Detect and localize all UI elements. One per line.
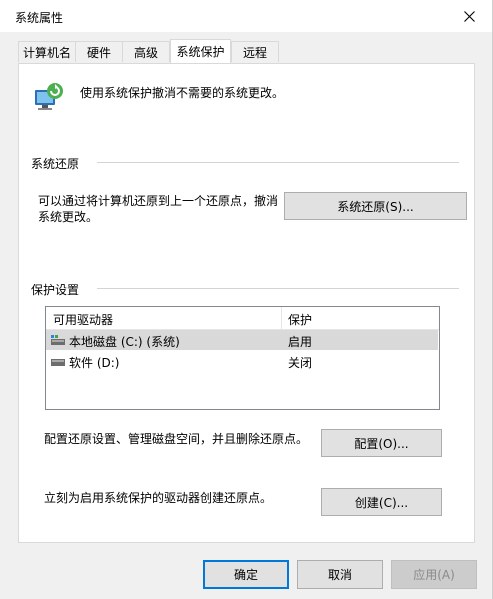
title-bar: 系统属性 — [0, 0, 492, 32]
cancel-button[interactable]: 取消 — [297, 560, 383, 589]
protection-settings-group-label: 保护设置 — [31, 283, 80, 297]
restore-description-line2: 系统更改。 — [38, 210, 99, 224]
drive-name: 本地磁盘 (C:) (系统) — [69, 335, 180, 349]
system-restore-divider — [97, 162, 459, 163]
protection-settings-divider — [97, 288, 459, 289]
close-icon — [463, 10, 475, 22]
system-properties-dialog: 系统属性 计算机名 硬件 高级 系统保护 远程 使用系统保护撤消不需要的系统更改… — [0, 0, 493, 599]
tab-computer-name[interactable]: 计算机名 — [18, 41, 76, 62]
drive-protection-status: 启用 — [288, 335, 313, 349]
drive-name: 软件 (D:) — [69, 356, 120, 370]
create-description: 立刻为启用系统保护的驱动器创建还原点。 — [44, 491, 273, 505]
system-restore-button[interactable]: 系统还原(S)... — [284, 192, 467, 220]
drive-icon — [51, 359, 65, 366]
column-header-protection[interactable]: 保护 — [288, 311, 312, 328]
column-header-drives[interactable]: 可用驱动器 — [53, 311, 113, 328]
ok-button[interactable]: 确定 — [203, 560, 289, 589]
create-button[interactable]: 创建(C)... — [321, 488, 442, 516]
drive-list-header: 可用驱动器 保护 — [46, 307, 439, 330]
system-restore-group-label: 系统还原 — [31, 157, 80, 171]
tab-remote[interactable]: 远程 — [231, 41, 279, 62]
tab-hardware[interactable]: 硬件 — [75, 41, 123, 62]
restore-description-line1: 可以通过将计算机还原到上一个还原点，撤消 — [38, 194, 279, 208]
window-title: 系统属性 — [15, 11, 64, 25]
tab-advanced[interactable]: 高级 — [122, 41, 170, 62]
intro-text: 使用系统保护撤消不需要的系统更改。 — [80, 86, 285, 100]
tab-panel: 使用系统保护撤消不需要的系统更改。 系统还原 可以通过将计算机还原到上一个还原点… — [18, 63, 475, 543]
column-separator[interactable] — [281, 307, 282, 329]
close-button[interactable] — [446, 0, 492, 32]
system-drive-icon — [51, 335, 65, 345]
drive-list[interactable]: 可用驱动器 保护 本地磁盘 (C:) (系统) 启用 软件 (D:) 关闭 — [45, 306, 440, 410]
drive-protection-status: 关闭 — [288, 356, 313, 370]
configure-button[interactable]: 配置(O)... — [321, 429, 442, 457]
drive-row-d[interactable]: 软件 (D:) 关闭 — [46, 351, 439, 371]
shield-computer-icon — [35, 83, 63, 110]
tab-system-protection[interactable]: 系统保护 — [170, 39, 231, 63]
configure-description: 配置还原设置、管理磁盘空间，并且删除还原点。 — [44, 432, 309, 446]
drive-row-c[interactable]: 本地磁盘 (C:) (系统) 启用 — [46, 330, 438, 350]
apply-button: 应用(A) — [391, 560, 477, 589]
